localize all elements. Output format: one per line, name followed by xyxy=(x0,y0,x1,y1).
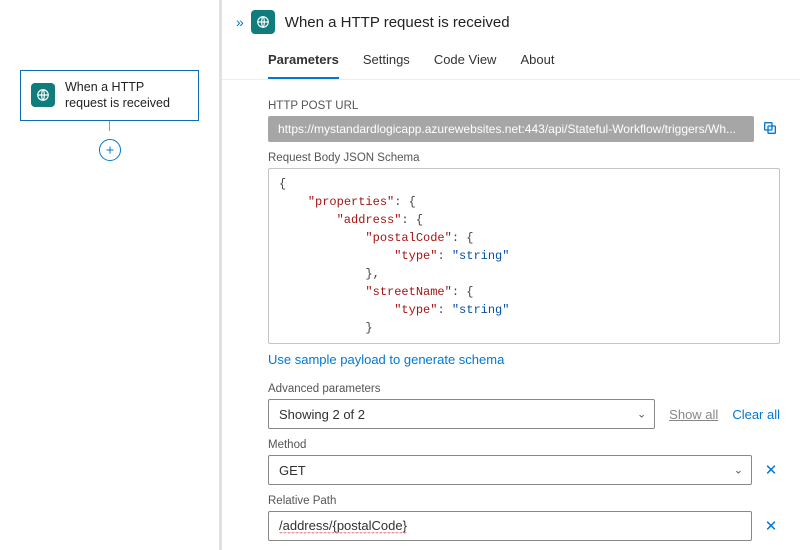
schema-editor[interactable]: { "properties": { "address": { "postalCo… xyxy=(268,168,780,344)
advanced-params-value: Showing 2 of 2 xyxy=(279,407,365,422)
relative-path-input-wrapper: /address/{postalCode} xyxy=(268,511,752,541)
panel-header: » When a HTTP request is received xyxy=(222,0,800,40)
tab-settings[interactable]: Settings xyxy=(363,44,410,79)
trigger-node[interactable]: When a HTTP request is received xyxy=(20,70,199,121)
http-post-url-label: HTTP POST URL xyxy=(268,100,780,112)
canvas-pane: When a HTTP request is received xyxy=(0,0,222,550)
tab-about[interactable]: About xyxy=(520,44,554,79)
advanced-params-label: Advanced parameters xyxy=(268,383,780,395)
sample-payload-link[interactable]: Use sample payload to generate schema xyxy=(268,352,504,367)
panel-title: When a HTTP request is received xyxy=(285,14,510,31)
panel-tabs: Parameters Settings Code View About xyxy=(222,40,800,80)
method-label: Method xyxy=(268,439,780,451)
connector-line xyxy=(109,121,110,131)
add-step-button[interactable] xyxy=(99,139,121,161)
relative-path-input[interactable]: /address/{postalCode} xyxy=(279,518,407,534)
remove-relative-path-button[interactable]: ✕ xyxy=(762,517,780,535)
tab-parameters[interactable]: Parameters xyxy=(268,44,339,79)
tab-code-view[interactable]: Code View xyxy=(434,44,497,79)
remove-method-button[interactable]: ✕ xyxy=(762,461,780,479)
relative-path-label: Relative Path xyxy=(268,495,780,507)
details-panel: » When a HTTP request is received Parame… xyxy=(222,0,800,550)
trigger-node-label: When a HTTP request is received xyxy=(65,79,188,112)
panel-body: HTTP POST URL https://mystandardlogicapp… xyxy=(222,80,800,550)
chevron-down-icon: ⌄ xyxy=(734,464,743,477)
method-value: GET xyxy=(279,463,306,478)
chevron-down-icon: ⌄ xyxy=(637,408,646,421)
advanced-params-select[interactable]: Showing 2 of 2 ⌄ xyxy=(268,399,655,429)
copy-url-button[interactable] xyxy=(762,120,780,138)
clear-all-link[interactable]: Clear all xyxy=(732,407,780,422)
http-request-icon xyxy=(251,10,275,34)
collapse-panel-button[interactable]: » xyxy=(236,14,241,30)
method-select[interactable]: GET ⌄ xyxy=(268,455,752,485)
show-all-link[interactable]: Show all xyxy=(669,407,718,422)
schema-label: Request Body JSON Schema xyxy=(268,152,780,164)
http-request-icon xyxy=(31,83,55,107)
http-post-url-value: https://mystandardlogicapp.azurewebsites… xyxy=(268,116,754,142)
